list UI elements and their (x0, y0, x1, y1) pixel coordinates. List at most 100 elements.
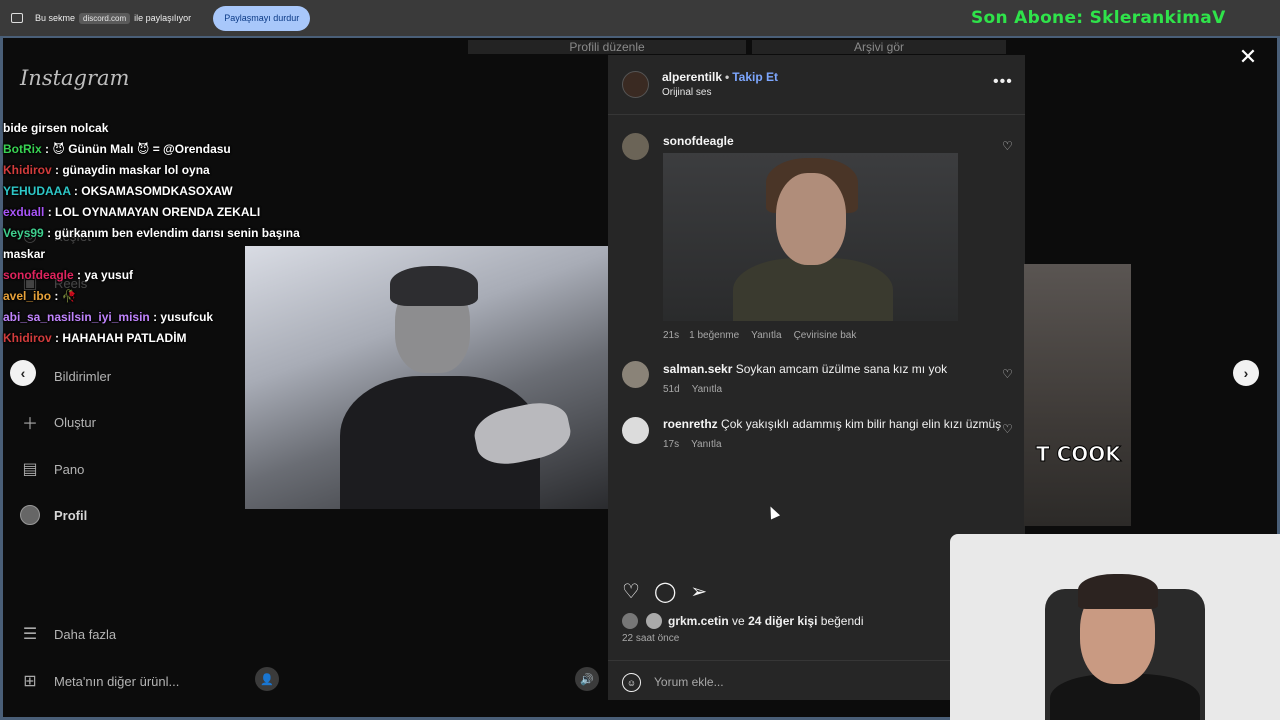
comment-user[interactable]: salman.sekr (663, 362, 732, 376)
chat-text: : OKSAMASOMDKASOXAW (73, 184, 233, 198)
sidebar-item-label: Pano (54, 461, 85, 477)
reply-button[interactable]: Yanıtla (751, 330, 781, 341)
edit-profile-button[interactable]: Profili düzenle (468, 40, 746, 54)
chat-user: Khidirov (3, 163, 52, 177)
reply-button[interactable]: Yanıtla (692, 384, 722, 395)
share-suffix: ile paylaşılıyor (134, 13, 192, 23)
plus-icon: ＋ (21, 416, 38, 433)
liked-by-connector: ve (732, 614, 745, 628)
share-domain: discord.com (79, 12, 131, 24)
chat-message: avel_ibo : 🥀 (3, 286, 303, 307)
chat-text: : günaydin maskar lol oyna (55, 163, 210, 177)
sidebar-item-create[interactable]: ＋ Oluştur (20, 412, 96, 434)
comment-meta: 51d Yanıtla (663, 384, 722, 395)
liker-avatar (622, 613, 638, 629)
chat-message: Khidirov : HAHAHAH PATLADİM (3, 328, 303, 349)
comment-like-icon[interactable]: ♡ (1002, 367, 1013, 381)
next-post-preview[interactable]: T COOK (1024, 264, 1131, 526)
translate-button[interactable]: Çevirisine bak (794, 330, 857, 341)
avatar (20, 505, 40, 525)
view-archive-button[interactable]: Arşivi gör (752, 40, 1006, 54)
commenter-avatar[interactable] (622, 417, 649, 444)
sidebar-item-label: Oluştur (54, 414, 96, 430)
sidebar-item-label: Meta'nın diğer ürünl... (54, 673, 180, 689)
sidebar-item-dashboard[interactable]: ▤ Pano (20, 459, 84, 479)
video-person-hair (390, 266, 478, 306)
separator-dot: • (725, 70, 730, 84)
commenter-avatar[interactable] (622, 361, 649, 388)
comment-meta: 21s 1 beğenme Yanıtla Çevirisine bak (663, 330, 856, 341)
comment-user[interactable]: roenrethz (663, 417, 718, 431)
chat-message: Khidirov : günaydin maskar lol oyna (3, 160, 303, 181)
comment-like-count[interactable]: 1 beğenme (689, 330, 739, 341)
post-time: 22 saat önce (622, 633, 680, 644)
chat-text: : LOL OYNAMAYAN ORENDA ZEKALI (47, 205, 261, 219)
chat-text: : yusufcuk (153, 310, 214, 324)
post-actions: ♡ ◯ ➢ (622, 579, 707, 604)
chat-user: exduall (3, 205, 45, 219)
chat-message: YEHUDAAA : OKSAMASOMDKASOXAW (3, 181, 303, 202)
liked-by: grkm.cetin ve 24 diğer kişi beğendi (622, 613, 864, 629)
menu-icon: ☰ (22, 626, 38, 643)
commenter-avatar[interactable] (622, 133, 649, 160)
chat-message: abi_sa_nasilsin_iyi_misin : yusufcuk (3, 307, 303, 328)
like-icon[interactable]: ♡ (622, 579, 640, 604)
author-avatar[interactable] (622, 71, 649, 98)
sidebar-item-meta-products[interactable]: ⊞ Meta'nın diğer ürünl... (20, 671, 179, 691)
chart-icon: ▤ (22, 461, 38, 478)
tagged-user-icon[interactable]: 👤 (255, 667, 279, 691)
comment-icon[interactable]: ◯ (654, 579, 676, 604)
follow-button[interactable]: Takip Et (732, 70, 778, 84)
comment-age: 51d (663, 384, 680, 395)
post-author-line: alperentilk • Takip Et (662, 70, 778, 84)
liked-by-suffix: beğendi (820, 614, 864, 628)
liked-by-user[interactable]: grkm.cetin (668, 614, 729, 628)
chat-text: : 🥀 (54, 289, 77, 303)
next-post-arrow-icon[interactable]: › (1233, 360, 1259, 386)
comment: roenrethz Çok yakışıklı adammış kim bili… (663, 417, 1001, 431)
volume-icon[interactable]: 🔊 (575, 667, 599, 691)
more-options-icon[interactable]: ••• (993, 73, 1013, 91)
chat-user: avel_ibo (3, 289, 52, 303)
chat-user: BotRix (3, 142, 42, 156)
sidebar-item-profile[interactable]: Profil (20, 505, 87, 525)
post-author[interactable]: alperentilk (662, 70, 722, 84)
comment-like-icon[interactable]: ♡ (1002, 139, 1013, 153)
streamer-webcam (950, 534, 1280, 720)
close-icon[interactable]: ✕ (1236, 45, 1260, 69)
chat-text: : ya yusuf (77, 268, 134, 282)
comment-user[interactable]: sonofdeagle (663, 134, 734, 148)
liked-by-others[interactable]: 24 diğer kişi (748, 614, 817, 628)
share-icon[interactable]: ➢ (690, 579, 707, 604)
emoji-icon[interactable]: ☺ (622, 673, 641, 692)
share-prefix: Bu sekme (35, 13, 76, 23)
screen-share-icon (11, 13, 23, 23)
comment-input[interactable] (654, 671, 954, 693)
comment-text: Soykan amcam üzülme sana kız mı yok (735, 362, 948, 376)
stop-sharing-button[interactable]: Paylaşmayı durdur (213, 5, 311, 31)
chat-text: : HAHAHAH PATLADİM (55, 331, 187, 345)
chat-text: bide girsen nolcak (3, 121, 109, 135)
comment-meta: 17s Yanıtla (663, 439, 722, 450)
original-audio-link[interactable]: Orijinal ses (662, 87, 711, 98)
chat-user: Khidirov (3, 331, 52, 345)
liker-avatar (646, 613, 662, 629)
comment-age: 17s (663, 439, 680, 450)
comment-text: Çok yakışıklı adammış kim bilir hangi el… (721, 417, 1002, 431)
gif-figure-face (776, 173, 846, 265)
chat-text: : 😈 Günün Malı 😈 = @Orendasu (45, 142, 231, 156)
chat-user: abi_sa_nasilsin_iyi_misin (3, 310, 150, 324)
comment-gif (663, 153, 958, 321)
chat-message: BotRix : 😈 Günün Malı 😈 = @Orendasu (3, 139, 303, 160)
comment-like-icon[interactable]: ♡ (1002, 422, 1013, 436)
chat-user: YEHUDAAA (3, 184, 71, 198)
post-header: alperentilk • Takip Et Orijinal ses ••• (608, 55, 1025, 115)
reply-button[interactable]: Yanıtla (691, 439, 721, 450)
previous-post-arrow-icon[interactable]: ‹ (10, 360, 36, 386)
stream-overlay-last-subscriber: Son Abone: SklerankimaV (971, 8, 1226, 28)
chat-user: sonofdeagle (3, 268, 74, 282)
instagram-logo[interactable]: Instagram (20, 66, 129, 90)
sidebar-item-more[interactable]: ☰ Daha fazla (20, 624, 116, 644)
share-status: Bu sekme discord.com ile paylaşılıyor (35, 12, 192, 24)
stream-chat-overlay: bide girsen nolcak BotRix : 😈 Günün Malı… (3, 118, 303, 349)
